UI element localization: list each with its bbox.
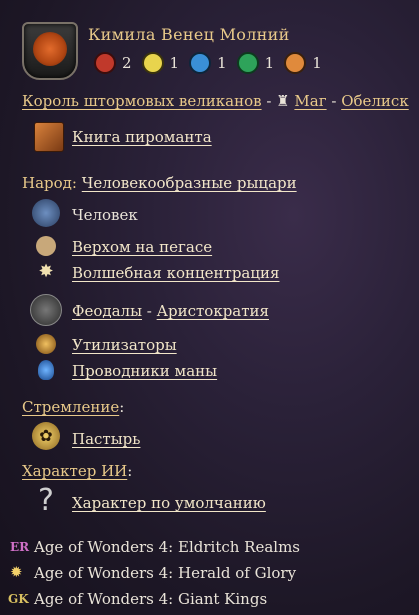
trait-link[interactable]: Феодалы	[72, 302, 142, 320]
dlc-label: Age of Wonders 4: Giant Kings	[34, 590, 268, 608]
ambition-link[interactable]: Стремление	[22, 398, 119, 416]
tome-link[interactable]: Книга пироманта	[72, 128, 212, 146]
affinity-count: 1	[169, 54, 180, 72]
eldritch-realms-icon: ER	[10, 540, 30, 554]
scavenger-icon	[36, 334, 56, 354]
people-trait: Человек	[72, 206, 138, 224]
tome-icon	[34, 122, 64, 152]
affinity-count: 1	[264, 54, 275, 72]
dlc-label: Age of Wonders 4: Eldritch Realms	[34, 538, 301, 556]
wizard-hat-icon: ♜	[276, 92, 290, 110]
affinity-count: 1	[217, 54, 227, 72]
astral-affinity-icon	[189, 52, 212, 74]
ambition-heading: Стремление:	[22, 398, 125, 416]
ruler-name: Кимила Венец Молний	[88, 25, 290, 44]
affinity-count: 1	[312, 54, 322, 72]
trait-link[interactable]: Аристократия	[157, 302, 269, 320]
ruler-emblem-icon	[22, 22, 78, 80]
ai-personality-link[interactable]: Характер ИИ	[22, 462, 127, 480]
order-affinity-icon	[141, 52, 164, 74]
chaos-affinity-icon	[94, 52, 116, 74]
mana-icon	[38, 360, 54, 380]
people-line: Народ: Человекообразные рыцари	[22, 174, 297, 192]
people-link[interactable]: Человекообразные рыцари	[82, 174, 297, 192]
origin-link[interactable]: Король штормовых великанов	[22, 92, 262, 110]
herald-of-glory-icon: ✹	[10, 563, 23, 581]
trait-link[interactable]: Проводники маны	[72, 362, 217, 380]
pegasus-icon	[36, 236, 56, 256]
trait-link[interactable]: Верхом на пегасе	[72, 238, 212, 256]
dlc-label: Age of Wonders 4: Herald of Glory	[34, 564, 297, 582]
nature-affinity-icon	[236, 52, 259, 74]
affinity-count: 2	[122, 54, 132, 72]
tower-link[interactable]: Обелиск	[341, 92, 409, 110]
paw-icon: ✿	[32, 422, 60, 450]
helmet-icon	[30, 294, 62, 326]
human-icon	[32, 199, 60, 227]
ai-heading: Характер ИИ:	[22, 462, 133, 480]
trait-link[interactable]: Утилизаторы	[72, 336, 177, 354]
affinity-row: 2 1 1 1 1	[94, 52, 322, 74]
class-line: Король штормовых великанов - ♜ Маг - Обе…	[22, 92, 409, 110]
materium-affinity-icon	[284, 52, 307, 74]
ambition-value-link[interactable]: Пастырь	[72, 430, 140, 448]
concentration-icon: ✸	[38, 261, 54, 282]
trait-link[interactable]: Волшебная концентрация	[72, 264, 279, 282]
ai-value-link[interactable]: Характер по умолчанию	[72, 494, 266, 512]
giant-kings-icon: GK	[8, 592, 29, 606]
question-icon: ?	[38, 483, 54, 518]
society-line: Феодалы - Аристократия	[72, 302, 269, 320]
class-link[interactable]: Маг	[294, 92, 326, 110]
